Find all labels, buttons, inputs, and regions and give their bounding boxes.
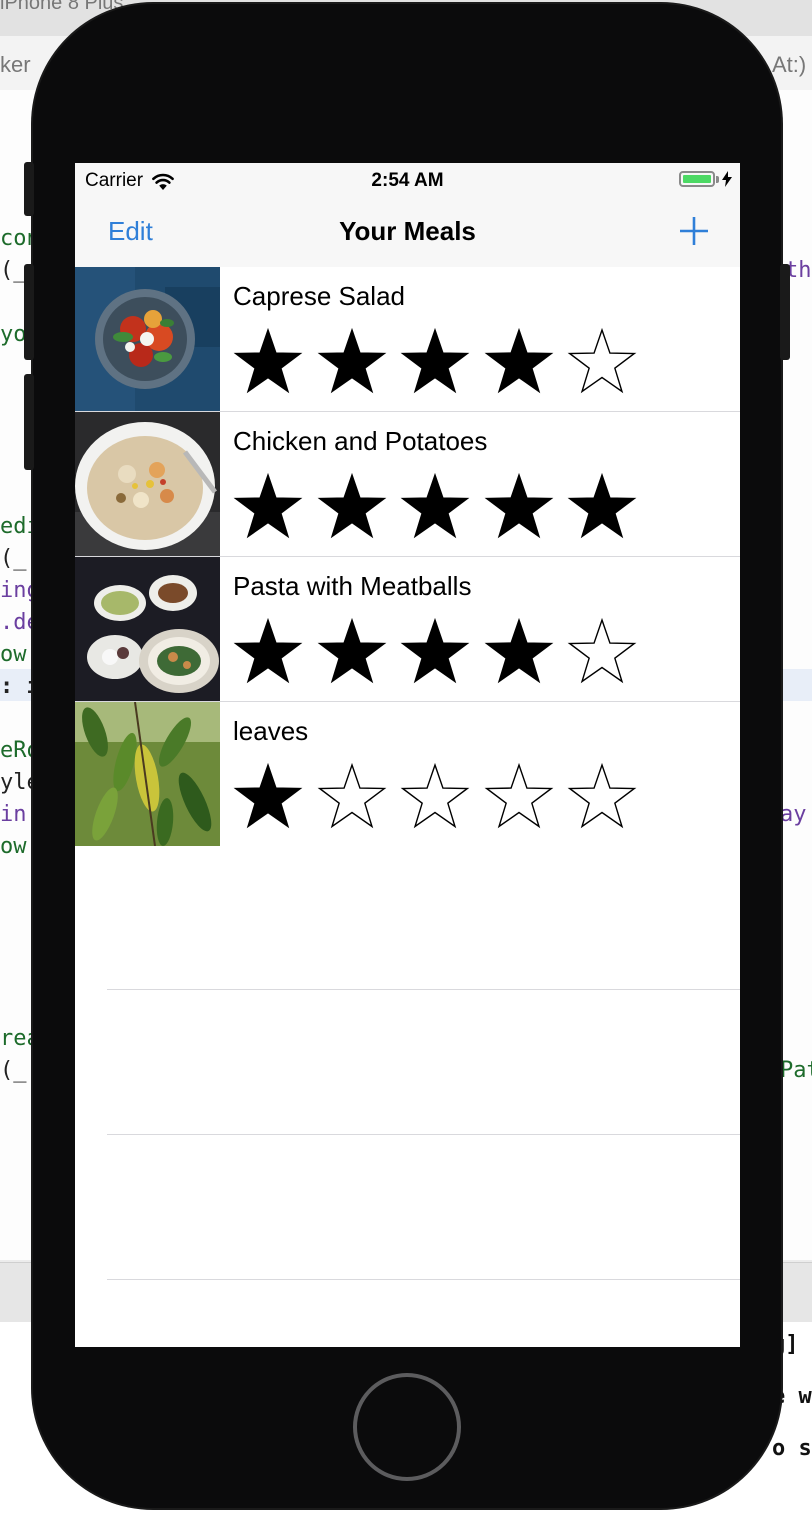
- code-fragment: yo: [0, 322, 27, 347]
- code-fragment: in: [0, 802, 27, 827]
- meal-table: Caprese Salad Chicken and Potatoes Pasta…: [75, 267, 740, 847]
- empty-row-separator: [107, 989, 740, 990]
- code-fragment: (_: [0, 1058, 27, 1083]
- navigation-bar: Edit Your Meals: [75, 199, 740, 268]
- meal-name: Chicken and Potatoes: [233, 426, 488, 456]
- empty-star-icon[interactable]: [484, 762, 554, 832]
- empty-row-separator: [107, 1134, 740, 1135]
- code-fragment: Pat: [780, 1058, 812, 1083]
- code-fragment: At:): [772, 52, 807, 77]
- code-fragment: ow: [0, 834, 27, 859]
- pasta-meatballs-photo: [75, 557, 220, 701]
- rating-control[interactable]: [233, 762, 651, 832]
- meal-name: Pasta with Meatballs: [233, 571, 472, 601]
- add-meal-button[interactable]: [678, 215, 710, 247]
- power-button: [780, 264, 790, 360]
- rating-control[interactable]: [233, 472, 651, 542]
- meal-row[interactable]: Chicken and Potatoes: [75, 412, 740, 557]
- filled-star-icon[interactable]: [484, 327, 554, 397]
- chicken-potatoes-photo: [75, 412, 220, 556]
- console-fragment: o s: [772, 1436, 812, 1461]
- meal-name: leaves: [233, 716, 309, 746]
- charging-bolt-icon: [722, 171, 732, 187]
- mute-switch: [24, 162, 34, 216]
- volume-down-button: [24, 374, 34, 470]
- filled-star-icon[interactable]: [484, 472, 554, 542]
- empty-star-icon[interactable]: [567, 762, 637, 832]
- empty-row-separator: [107, 1279, 740, 1280]
- rating-control[interactable]: [233, 617, 651, 687]
- code-fragment: ow: [0, 642, 27, 667]
- code-fragment: ker: [0, 52, 31, 77]
- code-fragment: (_: [0, 258, 27, 283]
- filled-star-icon[interactable]: [400, 327, 470, 397]
- battery-indicator: [679, 171, 732, 187]
- filled-star-icon[interactable]: [400, 617, 470, 687]
- filled-star-icon[interactable]: [233, 617, 303, 687]
- meal-row[interactable]: Pasta with Meatballs: [75, 557, 740, 702]
- code-fragment: (_: [0, 546, 27, 571]
- filled-star-icon[interactable]: [567, 472, 637, 542]
- filled-star-icon[interactable]: [233, 472, 303, 542]
- meal-row[interactable]: Caprese Salad: [75, 267, 740, 412]
- empty-star-icon[interactable]: [567, 617, 637, 687]
- empty-star-icon[interactable]: [317, 762, 387, 832]
- code-fragment: ay: [780, 802, 807, 827]
- filled-star-icon[interactable]: [400, 472, 470, 542]
- filled-star-icon[interactable]: [317, 327, 387, 397]
- filled-star-icon[interactable]: [317, 617, 387, 687]
- clock: 2:54 AM: [371, 170, 444, 191]
- filled-star-icon[interactable]: [233, 762, 303, 832]
- meal-row[interactable]: leaves: [75, 702, 740, 847]
- volume-up-button: [24, 264, 34, 360]
- home-button[interactable]: [353, 1373, 461, 1481]
- filled-star-icon[interactable]: [317, 472, 387, 542]
- rating-control[interactable]: [233, 327, 651, 397]
- filled-star-icon[interactable]: [484, 617, 554, 687]
- status-bar: Carrier 2:54 AM: [75, 163, 740, 199]
- plus-icon: [680, 217, 708, 245]
- battery-icon: [679, 171, 715, 187]
- leaves-photo: [75, 702, 220, 846]
- simulator-screen: Carrier 2:54 AM Edit Your Meals Caprese …: [75, 163, 740, 1347]
- empty-star-icon[interactable]: [567, 327, 637, 397]
- caprese-salad-photo: [75, 267, 220, 411]
- filled-star-icon[interactable]: [233, 327, 303, 397]
- page-title: Your Meals: [339, 216, 476, 246]
- meal-name: Caprese Salad: [233, 281, 405, 311]
- empty-star-icon[interactable]: [400, 762, 470, 832]
